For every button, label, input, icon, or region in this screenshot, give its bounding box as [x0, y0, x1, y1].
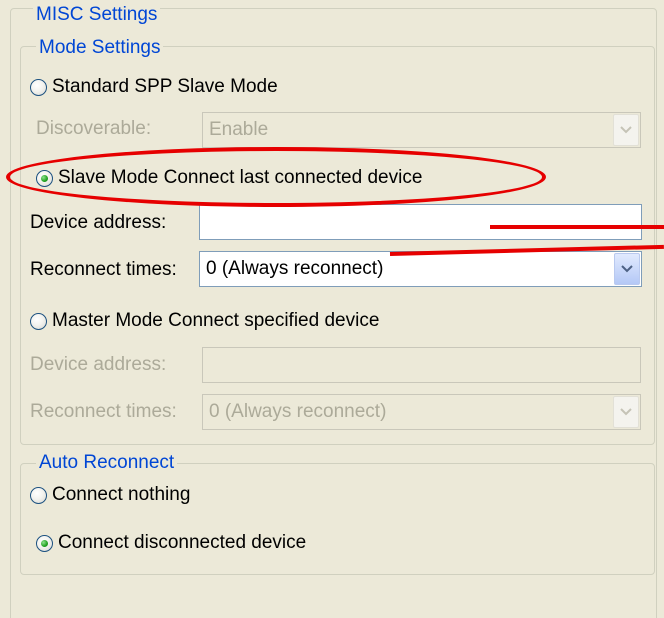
- connect-disconnected-label: Connect disconnected device: [58, 532, 307, 553]
- auto-reconnect-group: [20, 463, 655, 575]
- reconnect-times-select[interactable]: 0 (Always reconnect): [199, 251, 642, 287]
- master-connect-radio-option[interactable]: Master Mode Connect specified device: [30, 308, 379, 334]
- master-reconnect-times-label: Reconnect times:: [30, 401, 177, 422]
- auto-reconnect-legend: Auto Reconnect: [36, 452, 178, 474]
- chevron-down-icon[interactable]: [613, 396, 639, 428]
- misc-settings-panel: MISC Settings Mode Settings Standard SPP…: [0, 0, 664, 618]
- device-address-input[interactable]: [199, 204, 642, 240]
- radio-button-icon[interactable]: [30, 486, 47, 504]
- mode-settings-group: [20, 46, 655, 445]
- reconnect-times-value: 0 (Always reconnect): [206, 258, 384, 279]
- chevron-down-icon[interactable]: [614, 253, 640, 285]
- pointer-line-annotation: [490, 225, 664, 229]
- connect-nothing-radio-option[interactable]: Connect nothing: [30, 482, 190, 508]
- radio-button-icon[interactable]: [30, 312, 47, 330]
- radio-button-icon[interactable]: [30, 78, 47, 96]
- discoverable-label: Discoverable:: [36, 118, 152, 139]
- mode-settings-legend: Mode Settings: [36, 37, 164, 59]
- connect-disconnected-radio-option[interactable]: Connect disconnected device: [36, 530, 306, 556]
- connect-nothing-label: Connect nothing: [52, 484, 191, 505]
- chevron-down-icon[interactable]: [613, 114, 639, 146]
- master-reconnect-times-value: 0 (Always reconnect): [209, 401, 387, 422]
- master-connect-label: Master Mode Connect specified device: [52, 310, 380, 331]
- master-device-address-label: Device address:: [30, 354, 167, 375]
- highlight-ellipse-annotation: [6, 147, 546, 207]
- discoverable-value: Enable: [209, 119, 269, 140]
- misc-settings-legend: MISC Settings: [33, 4, 161, 26]
- radio-button-icon[interactable]: [36, 534, 53, 552]
- standard-spp-label: Standard SPP Slave Mode: [52, 76, 278, 97]
- master-reconnect-times-select[interactable]: 0 (Always reconnect): [202, 394, 641, 430]
- discoverable-select[interactable]: Enable: [202, 112, 641, 148]
- master-device-address-input[interactable]: [202, 347, 641, 383]
- reconnect-times-label: Reconnect times:: [30, 259, 177, 280]
- device-address-label: Device address:: [30, 212, 167, 233]
- standard-spp-radio-option[interactable]: Standard SPP Slave Mode: [30, 74, 278, 100]
